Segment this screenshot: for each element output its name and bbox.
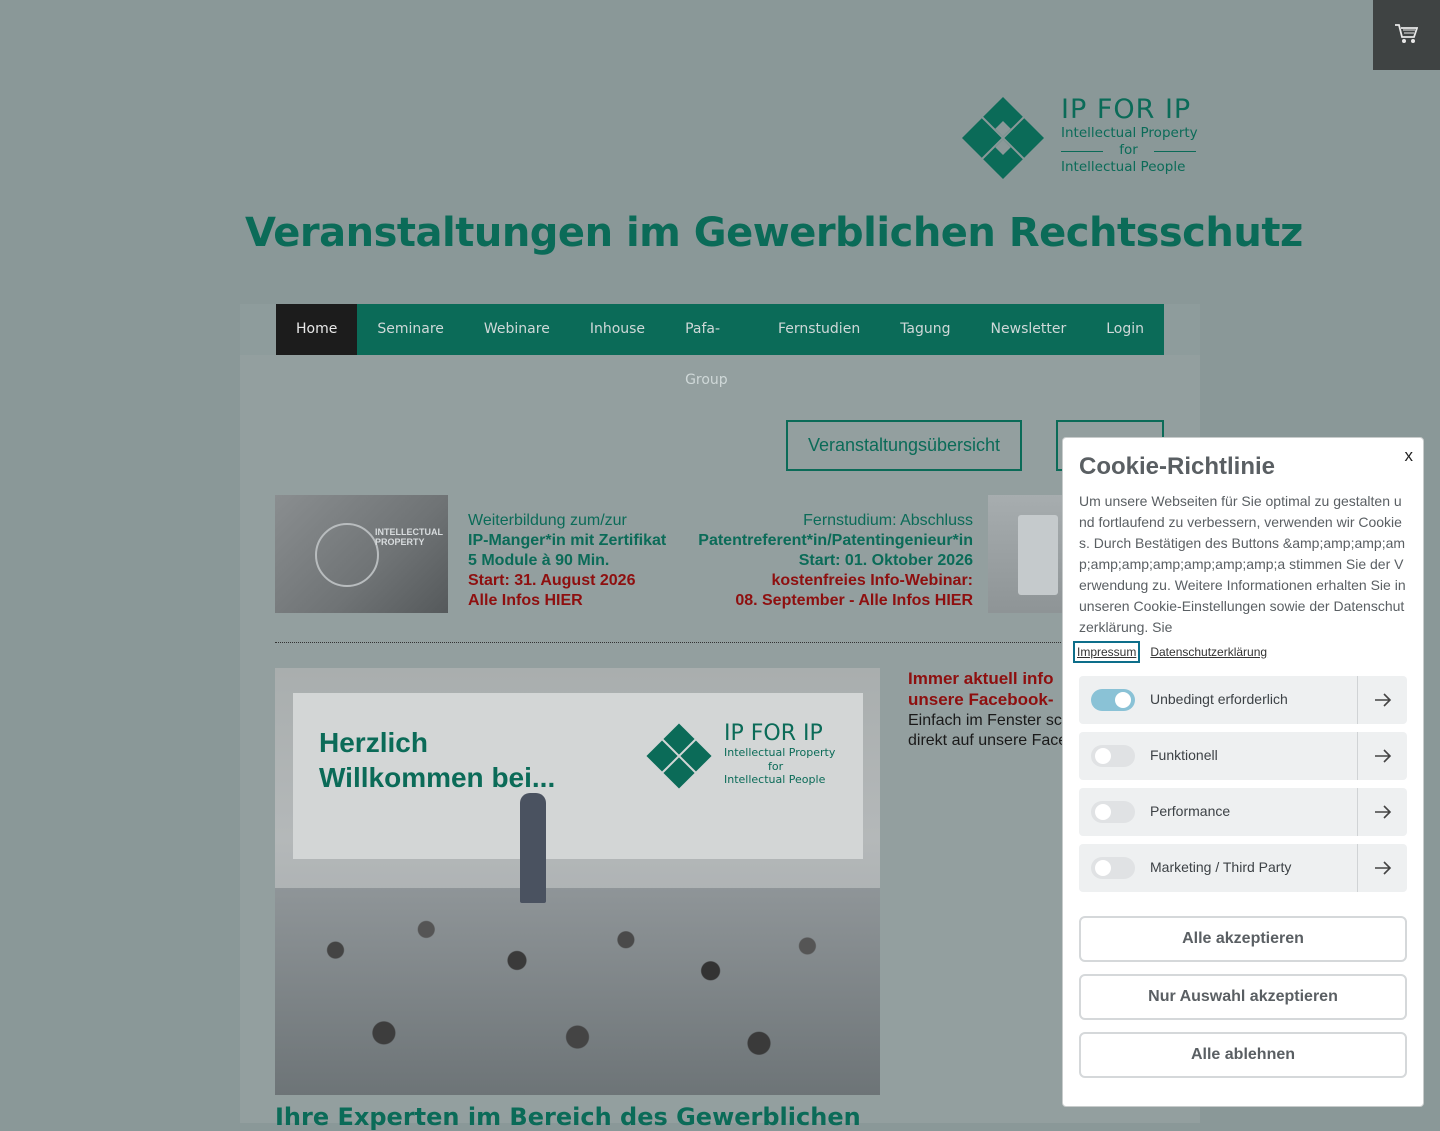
site-logo[interactable]: IP FOR IP Intellectual Property for Inte…	[960, 94, 1200, 182]
cookie-option-marketing: Marketing / Third Party	[1079, 844, 1407, 892]
nav-inhouse[interactable]: Inhouse	[570, 304, 665, 355]
promo-right-line: kostenfreies Info-Webinar:	[771, 572, 973, 589]
toggle-performance[interactable]	[1091, 801, 1135, 823]
nav-seminare[interactable]: Seminare	[357, 304, 464, 355]
cookie-option-label: Unbedingt erforderlich	[1150, 691, 1288, 707]
gear-icon	[315, 523, 379, 587]
nav-tagung[interactable]: Tagung	[880, 304, 970, 355]
speaker-figure	[520, 793, 546, 903]
hero-logo-line: Intellectual People	[724, 773, 826, 786]
promo-left-line: 5 Module à 90 Min.	[468, 552, 610, 569]
shopping-cart-icon	[1395, 24, 1418, 43]
cookie-description: Um unsere Webseiten für Sie optimal zu g…	[1079, 493, 1406, 635]
ip-manager-image[interactable]: INTELLECTUAL PROPERTY	[275, 495, 448, 613]
promo-fernstudium[interactable]: Fernstudium: Abschluss Patentreferent*in…	[698, 511, 973, 611]
logo-tagline-2: for	[1061, 142, 1196, 158]
close-icon[interactable]: x	[1405, 446, 1414, 466]
nav-fernstudien[interactable]: Fernstudien	[758, 304, 880, 355]
cookie-option-label: Marketing / Third Party	[1150, 859, 1292, 875]
cookie-title: Cookie-Richtlinie	[1079, 453, 1276, 480]
cookie-option-functional: Funktionell	[1079, 732, 1407, 780]
hero-logo-line: for	[768, 760, 784, 773]
arrow-right-icon	[1375, 861, 1392, 875]
site-title: Veranstaltungen im Gewerblichen Rechtssc…	[245, 210, 1303, 256]
main-nav: Home Seminare Webinare Inhouse Pafa-Grou…	[276, 304, 1164, 388]
cookie-links: Impressum Datenschutzerklärung	[1072, 641, 1269, 663]
promo-ip-manager[interactable]: Weiterbildung zum/zur IP-Manger*in mit Z…	[468, 511, 666, 611]
facebook-text: Einfach im Fenster sc direkt auf unsere …	[908, 712, 1068, 749]
expand-required-button[interactable]	[1357, 676, 1407, 724]
promo-right-line: Start: 01. Oktober 2026	[798, 552, 973, 569]
accept-all-button[interactable]: Alle akzeptieren	[1079, 916, 1407, 962]
promo-right-line: Fernstudium: Abschluss	[803, 512, 973, 529]
cookie-option-performance: Performance	[1079, 788, 1407, 836]
nav-pafa-group[interactable]: Pafa-Group	[665, 304, 758, 388]
hero-logo: IP FOR IP Intellectual Property for Inte…	[643, 721, 843, 791]
facebook-heading: Immer aktuell info unsere Facebook-	[908, 669, 1054, 709]
cart-button[interactable]	[1373, 0, 1440, 70]
arrow-right-icon	[1375, 805, 1392, 819]
arrow-right-icon	[1375, 693, 1392, 707]
divider	[275, 642, 1165, 643]
nav-webinare[interactable]: Webinare	[464, 304, 570, 355]
logo-tagline-3: Intellectual People	[1061, 159, 1186, 175]
promo-image-label: INTELLECTUAL PROPERTY	[375, 527, 443, 547]
impressum-link[interactable]: Impressum	[1072, 641, 1141, 663]
cookie-dialog: x Cookie-Richtlinie Um unsere Webseiten …	[1062, 437, 1424, 1107]
logo-tagline-1: Intellectual Property	[1061, 125, 1198, 141]
accept-selection-button[interactable]: Nur Auswahl akzeptieren	[1079, 974, 1407, 1020]
logo-diamond-icon	[961, 96, 1045, 180]
reject-all-button[interactable]: Alle ablehnen	[1079, 1032, 1407, 1078]
nav-home[interactable]: Home	[276, 304, 358, 355]
promo-right-line: Patentreferent*in/Patentingenieur*in	[698, 532, 973, 549]
logo-diamond-icon	[646, 723, 712, 789]
promo-left-line: IP-Manger*in mit Zertifikat	[468, 532, 667, 549]
event-overview-button[interactable]: Veranstaltungsübersicht	[786, 420, 1022, 471]
hero-welcome-text: Herzlich Willkommen bei...	[319, 727, 556, 793]
hero-banner: Herzlich Willkommen bei... IP FOR IP Int…	[293, 693, 863, 859]
hero-logo-wordmark: IP FOR IP	[724, 721, 823, 746]
promo-left-line: Start: 31. August 2026	[468, 572, 636, 589]
datenschutz-link[interactable]: Datenschutzerklärung	[1148, 643, 1269, 661]
fernstudium-image[interactable]	[988, 495, 1068, 613]
promo-right-link[interactable]: 08. September - Alle Infos HIER	[698, 591, 973, 611]
nav-newsletter[interactable]: Newsletter	[971, 304, 1087, 355]
nav-login[interactable]: Login	[1086, 304, 1164, 355]
audience-photo	[275, 888, 880, 1095]
arrow-right-icon	[1375, 749, 1392, 763]
toggle-required[interactable]	[1091, 689, 1135, 711]
cookie-option-required: Unbedingt erforderlich	[1079, 676, 1407, 724]
promo-left-link[interactable]: Alle Infos HIER	[468, 591, 666, 611]
toggle-marketing[interactable]	[1091, 857, 1135, 879]
logo-wordmark: IP FOR IP	[1061, 94, 1192, 125]
promo-left-line: Weiterbildung zum/zur	[468, 512, 627, 529]
expand-functional-button[interactable]	[1357, 732, 1407, 780]
expand-marketing-button[interactable]	[1357, 844, 1407, 892]
toggle-functional[interactable]	[1091, 745, 1135, 767]
cookie-option-label: Funktionell	[1150, 747, 1218, 763]
cookie-option-label: Performance	[1150, 803, 1231, 819]
hero-logo-line: Intellectual Property	[724, 746, 836, 759]
experts-heading: Ihre Experten im Bereich des Gewerbliche…	[275, 1103, 861, 1131]
hero-image: Herzlich Willkommen bei... IP FOR IP Int…	[275, 668, 880, 1095]
expand-performance-button[interactable]	[1357, 788, 1407, 836]
